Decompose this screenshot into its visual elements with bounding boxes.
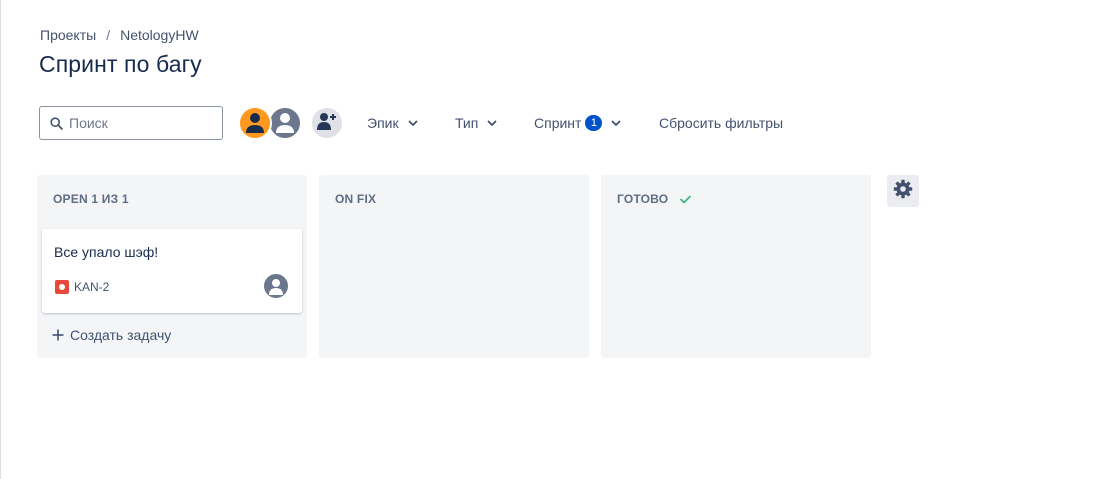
- reset-filters-button[interactable]: Сбросить фильтры: [659, 113, 783, 133]
- column-header: ON FIX: [335, 192, 376, 206]
- user-avatar-icon[interactable]: [264, 274, 288, 298]
- add-people-icon: [316, 111, 338, 136]
- sprint-count-badge: 1: [585, 115, 603, 131]
- sprint-filter-label: Спринт: [534, 115, 582, 131]
- breadcrumb-separator: /: [106, 27, 111, 43]
- check-icon: [680, 195, 692, 204]
- column-title: ON FIX: [335, 192, 377, 206]
- page-edge-divider: [0, 0, 1, 479]
- board-settings-button[interactable]: [887, 175, 919, 207]
- avatar-user-1[interactable]: [238, 106, 272, 140]
- board-column-open: OPEN 1 ИЗ 1 Все упало шэф! KAN-2 Создать…: [37, 175, 307, 358]
- chevron-down-icon: [408, 120, 418, 127]
- breadcrumb-project-link[interactable]: NetologyHW: [120, 27, 199, 43]
- create-issue-label: Создать задачу: [70, 327, 172, 343]
- create-issue-button[interactable]: Создать задачу: [52, 327, 171, 343]
- page-title: Спринт по багу: [39, 51, 202, 77]
- board-column-on-fix: ON FIX: [319, 175, 589, 358]
- epic-filter-label: Эпик: [367, 115, 399, 131]
- gear-icon: [893, 179, 913, 204]
- bug-icon: [55, 280, 69, 294]
- avatar-user-2[interactable]: [268, 106, 302, 140]
- epic-filter-dropdown[interactable]: Эпик: [367, 113, 418, 133]
- search-box[interactable]: [39, 106, 223, 140]
- breadcrumb: Проекты / NetologyHW: [40, 27, 199, 43]
- add-people-button[interactable]: [310, 106, 344, 140]
- search-icon: [49, 116, 63, 130]
- search-input[interactable]: [69, 115, 209, 131]
- issue-key: KAN-2: [74, 280, 110, 294]
- column-header: ГОТОВО: [617, 192, 692, 206]
- column-title: OPEN 1 ИЗ 1: [53, 192, 129, 206]
- issue-card[interactable]: Все упало шэф! KAN-2: [42, 229, 302, 313]
- column-header: OPEN 1 ИЗ 1: [53, 192, 129, 206]
- sprint-filter-dropdown[interactable]: Спринт 1: [534, 113, 621, 133]
- issue-key-row: KAN-2: [55, 280, 109, 294]
- board-column-done: ГОТОВО: [601, 175, 871, 358]
- breadcrumb-projects-link[interactable]: Проекты: [40, 27, 96, 43]
- type-filter-label: Тип: [455, 115, 479, 131]
- type-filter-dropdown[interactable]: Тип: [455, 113, 497, 133]
- column-title: ГОТОВО: [617, 192, 669, 206]
- issue-summary: Все упало шэф!: [54, 244, 159, 260]
- plus-icon: [52, 329, 64, 341]
- chevron-down-icon: [487, 120, 497, 127]
- chevron-down-icon: [611, 120, 621, 127]
